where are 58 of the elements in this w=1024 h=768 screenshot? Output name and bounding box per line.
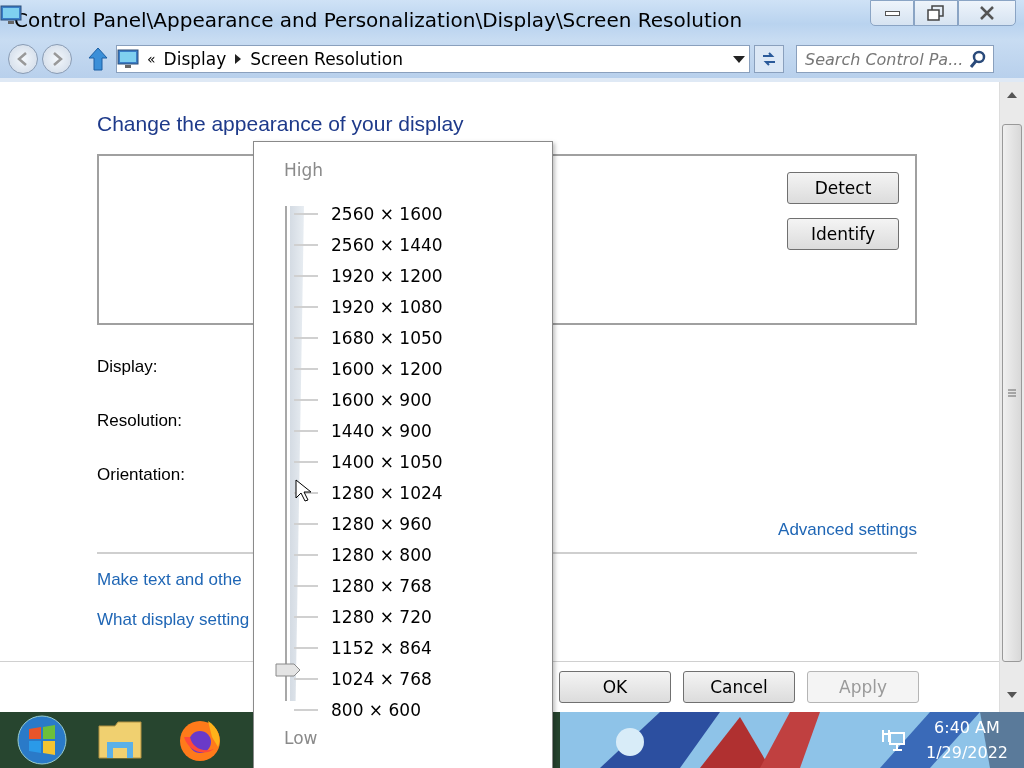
mouse-pointer-icon: [295, 479, 312, 502]
minimize-button[interactable]: [870, 0, 914, 26]
resolution-option[interactable]: 1600 × 1200: [331, 358, 443, 379]
overflow-chevron[interactable]: «: [147, 51, 156, 67]
resolution-option[interactable]: 1280 × 720: [331, 606, 432, 627]
resolution-option[interactable]: 1152 × 864: [331, 637, 432, 658]
breadcrumb-arrow-icon: [234, 53, 243, 65]
close-button[interactable]: [958, 0, 1016, 26]
scroll-down-arrow-icon: [1007, 692, 1017, 698]
monitor-icon: [117, 48, 139, 70]
maximize-button[interactable]: [914, 0, 958, 26]
resolution-option[interactable]: 1680 × 1050: [331, 327, 443, 348]
network-icon[interactable]: [879, 728, 906, 752]
panel-button[interactable]: Detect: [787, 172, 899, 204]
resolution-option[interactable]: 1280 × 960: [331, 513, 432, 534]
low-label: Low: [284, 728, 318, 748]
search-field[interactable]: Search Control Pa...: [796, 45, 994, 73]
refresh-icon: [760, 50, 778, 68]
grip-icon: [1008, 389, 1016, 397]
up-arrow-icon[interactable]: [88, 47, 108, 71]
high-label: High: [284, 160, 324, 180]
close-icon: [979, 5, 995, 21]
resolution-option[interactable]: 1600 × 900: [331, 389, 432, 410]
refresh-button[interactable]: [754, 45, 784, 73]
clock-time[interactable]: 6:40 AM: [934, 718, 1000, 737]
resolution-option[interactable]: 1024 × 768: [331, 668, 432, 689]
dialog-button[interactable]: Cancel: [683, 671, 795, 703]
search-icon: [969, 50, 987, 68]
help-link[interactable]: Make text and othe: [97, 570, 242, 590]
breadcrumb[interactable]: Screen Resolution: [250, 49, 403, 69]
restore-icon: [927, 4, 945, 22]
resolution-option[interactable]: 1920 × 1200: [331, 265, 443, 286]
slider-thumb[interactable]: [275, 663, 301, 678]
folder-icon[interactable]: [97, 718, 143, 762]
minimize-icon: [884, 10, 900, 16]
resolution-option[interactable]: 1280 × 768: [331, 575, 432, 596]
resolution-option[interactable]: 1280 × 800: [331, 544, 432, 565]
resolution-option[interactable]: 1440 × 900: [331, 420, 432, 441]
resolution-option[interactable]: 1280 × 1024: [331, 482, 443, 503]
setting-label: Resolution:: [97, 411, 183, 431]
address-field[interactable]: « Display Screen Resolution: [116, 45, 750, 73]
windows-logo-icon: [17, 715, 67, 765]
setting-label: Orientation:: [97, 465, 185, 485]
scrollbar[interactable]: [999, 82, 1024, 712]
resolution-option[interactable]: 2560 × 1440: [331, 234, 443, 255]
scroll-up-arrow-icon: [1007, 92, 1017, 98]
help-link[interactable]: What display setting: [97, 610, 250, 630]
breadcrumb[interactable]: Display: [163, 49, 227, 69]
setting-label: Display:: [97, 357, 158, 377]
dialog-button[interactable]: OK: [559, 671, 671, 703]
resolution-option[interactable]: 1400 × 1050: [331, 451, 443, 472]
panel-button[interactable]: Identify: [787, 218, 899, 250]
advanced-settings-link[interactable]: Advanced settings: [778, 520, 917, 540]
page-heading: Change the appearance of your display: [97, 112, 464, 136]
resolution-option[interactable]: 2560 × 1600: [331, 203, 443, 224]
resolution-option[interactable]: 1920 × 1080: [331, 296, 443, 317]
dropdown-arrow-icon[interactable]: [733, 55, 745, 63]
resolution-option[interactable]: 800 × 600: [331, 699, 421, 720]
